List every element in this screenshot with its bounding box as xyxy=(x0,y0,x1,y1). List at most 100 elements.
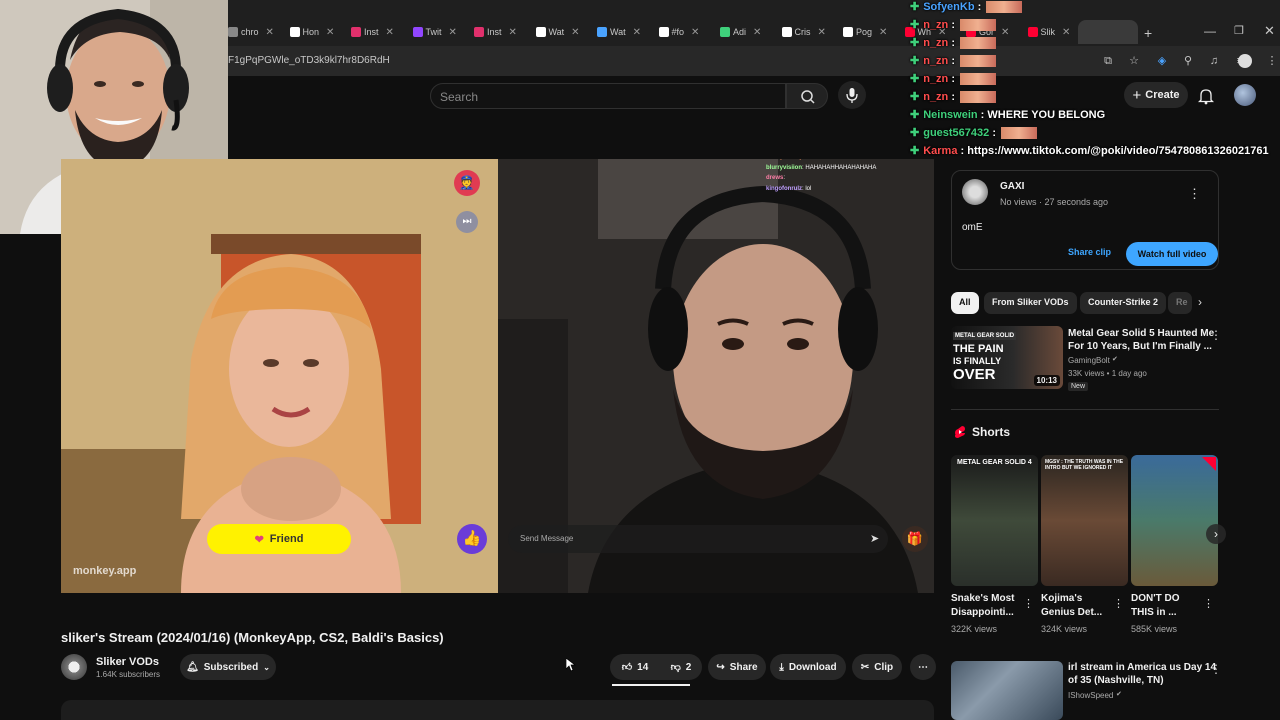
tab-close-icon[interactable]: ✕ xyxy=(509,27,517,38)
stream-overlay-chat: ✚ SofyenKb : ✚ n_zn : ✚ n_zn : ✚ n_zn : ✚ n_z… xyxy=(908,0,1280,160)
browser-tab[interactable]: Adi ✕ xyxy=(720,22,761,42)
share-clip-button[interactable]: Share clip xyxy=(1068,247,1111,257)
short-more-icon[interactable]: ⋮ xyxy=(1023,597,1034,610)
tab-favicon-icon xyxy=(843,27,853,37)
clip-channel-avatar[interactable] xyxy=(962,179,988,205)
tab-close-icon[interactable]: ✕ xyxy=(879,27,887,38)
clip-label: Clip xyxy=(874,661,894,673)
tab-close-icon[interactable]: ✕ xyxy=(326,27,334,38)
overlay-chat-user: n_zn xyxy=(923,73,949,85)
short-thumbnail[interactable]: MGSV : THE TRUTH WAS IN THE INTRO BUT WE… xyxy=(1041,455,1128,586)
share-button[interactable]: ↪ Share xyxy=(708,654,766,680)
new-badge: New xyxy=(1068,382,1089,391)
tab-close-icon[interactable]: ✕ xyxy=(753,27,761,38)
tab-label: Wat xyxy=(548,27,565,37)
short-views: 324K views xyxy=(1041,624,1088,634)
chip-counter-strike-2[interactable]: Counter-Strike 2 xyxy=(1080,292,1167,314)
overlay-chat-user: Karma xyxy=(923,145,958,157)
tab-close-icon[interactable]: ✕ xyxy=(571,27,579,38)
more-actions-button[interactable]: ⋯ xyxy=(910,654,936,680)
channel-avatar[interactable] xyxy=(61,654,87,680)
share-label: Share xyxy=(729,661,758,673)
tab-close-icon[interactable]: ✕ xyxy=(386,27,394,38)
red-arrow-shape xyxy=(1202,457,1216,471)
download-button[interactable]: ⤓ Download xyxy=(770,654,846,680)
video-player[interactable]: 👮 ⏭ 👍 ❤ Friend monkey.app Guuuuzt: UK Be… xyxy=(61,159,934,593)
thumbs-up-badge-icon[interactable]: 👍 xyxy=(457,524,487,554)
url-text[interactable]: F1gPqPGWle_oTD3k9kl7hr8D6RdH xyxy=(228,55,390,66)
voice-search-button[interactable] xyxy=(838,81,866,109)
search-button[interactable] xyxy=(786,83,828,109)
shorts-next-button[interactable]: › xyxy=(1206,524,1226,544)
gift-icon[interactable]: 🎁 xyxy=(902,526,928,552)
short-thumbnail[interactable] xyxy=(1131,455,1218,586)
browser-tab[interactable]: Wat ✕ xyxy=(535,22,580,42)
short-thumb-text: MGSV : THE TRUTH WAS IN THE INTRO BUT WE… xyxy=(1045,459,1124,471)
plus-badge-icon: ✚ xyxy=(910,55,920,67)
browser-tab[interactable]: Cris ✕ xyxy=(781,22,826,42)
tab-label: Pog xyxy=(856,27,873,37)
plus-badge-icon: ✚ xyxy=(910,19,920,31)
browser-tab[interactable]: Twit ✕ xyxy=(412,22,457,42)
video-chat-user: drews xyxy=(766,175,784,181)
chip-all[interactable]: All xyxy=(951,292,979,314)
related-channel[interactable]: GamingBolt xyxy=(1068,354,1110,367)
overlay-chat-message: ✚ Karma : https://www.tiktok.com/@poki/vi… xyxy=(910,144,1269,157)
emote-icon xyxy=(960,55,997,68)
related-title-line2[interactable]: For 10 Years, But I'm Finally ... xyxy=(1068,340,1212,353)
short-more-icon[interactable]: ⋮ xyxy=(1203,597,1214,610)
short-more-icon[interactable]: ⋮ xyxy=(1113,597,1124,610)
tab-close-icon[interactable]: ✕ xyxy=(449,27,457,38)
tab-close-icon[interactable]: ✕ xyxy=(818,27,826,38)
like-button[interactable]: 👍︎ 14 xyxy=(610,654,660,680)
clip-more-icon[interactable]: ⋮ xyxy=(1188,186,1201,202)
tab-label: Adi xyxy=(733,27,747,37)
police-badge-icon[interactable]: 👮 xyxy=(454,170,480,196)
tab-close-icon[interactable]: ✕ xyxy=(633,27,641,38)
send-arrow-icon[interactable]: ➤ xyxy=(870,532,879,545)
browser-tab[interactable]: chro ✕ xyxy=(228,22,274,42)
channel-name[interactable]: Sliker VODs xyxy=(96,656,159,668)
browser-tab[interactable]: Inst ✕ xyxy=(351,22,394,42)
video-chat-message: kingofonrulz: lol xyxy=(766,184,926,195)
related-thumbnail[interactable] xyxy=(951,661,1063,720)
chips-next-icon[interactable]: › xyxy=(1198,295,1202,309)
download-icon: ⤓ xyxy=(779,661,784,673)
short-thumbnail[interactable]: METAL GEAR SOLID 4 xyxy=(951,455,1038,586)
related-title-line1[interactable]: Metal Gear Solid 5 Haunted Me xyxy=(1068,327,1214,340)
dislike-button[interactable]: 👎︎ 2 xyxy=(660,654,702,680)
thumbs-down-icon: 👎︎ xyxy=(670,662,681,673)
short-title[interactable]: Snake's Most Disappointi... xyxy=(951,592,1033,620)
related-title-line1[interactable]: irl stream in America us Day 14 xyxy=(1068,661,1216,674)
related-title-line2[interactable]: of 35 (Nashville, TN) xyxy=(1068,674,1164,687)
thumbs-up-icon: 👍︎ xyxy=(621,662,633,673)
related-more-icon[interactable]: ⋮ xyxy=(1210,328,1222,342)
browser-tab[interactable]: Hon ✕ xyxy=(289,22,334,42)
short-title[interactable]: Kojima's Genius Det... xyxy=(1041,592,1123,620)
short-title[interactable]: DON'T DO THIS in ... xyxy=(1131,592,1213,620)
browser-tab[interactable]: Inst ✕ xyxy=(474,22,517,42)
clip-button[interactable]: ✂ Clip xyxy=(852,654,902,680)
tab-close-icon[interactable]: ✕ xyxy=(691,27,699,38)
watch-full-video-button[interactable]: Watch full video xyxy=(1126,242,1218,266)
skip-forward-icon[interactable]: ⏭ xyxy=(456,211,478,233)
browser-tab[interactable]: #fo ✕ xyxy=(658,22,699,42)
related-more-icon[interactable]: ⋮ xyxy=(1210,662,1222,676)
browser-tab[interactable]: Pog ✕ xyxy=(843,22,887,42)
overlay-chat-text: WHERE YOU BELONG xyxy=(987,109,1106,121)
overlay-chat-text: https://www.tiktok.com/@poki/video/75478… xyxy=(967,145,1269,157)
related-channel[interactable]: IShowSpeed xyxy=(1068,689,1113,702)
heart-icon: ❤ xyxy=(254,533,264,546)
chip-from-sliker-vods[interactable]: From Sliker VODs xyxy=(984,292,1077,314)
subscribed-label: Subscribed xyxy=(203,661,259,673)
send-message-input[interactable]: Send Message xyxy=(508,525,888,553)
tab-label: chro xyxy=(241,27,259,37)
related-thumbnail[interactable]: METAL GEAR SOLID THE PAIN IS FINALLY OVE… xyxy=(951,326,1063,389)
chip-re[interactable]: Re xyxy=(1168,292,1192,314)
related-meta: 33K views • 1 day ago xyxy=(1068,369,1147,378)
browser-tab[interactable]: Wat ✕ xyxy=(597,22,641,42)
tab-close-icon[interactable]: ✕ xyxy=(266,27,274,38)
friend-button[interactable]: ❤ Friend xyxy=(207,524,351,554)
subscribed-button[interactable]: 🔔︎ Subscribed ⌄ xyxy=(180,654,276,680)
search-input[interactable]: Search xyxy=(430,83,786,109)
